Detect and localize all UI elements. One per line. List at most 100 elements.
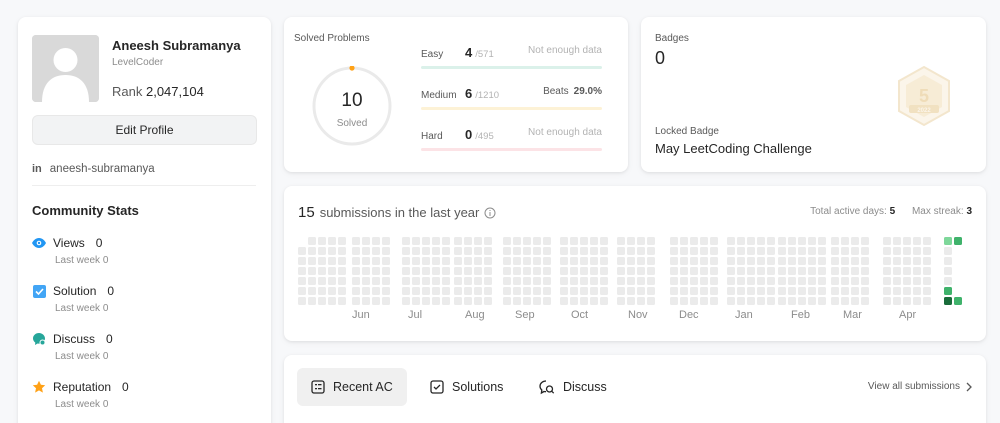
heatmap-day-cell[interactable] [617, 297, 625, 305]
heatmap-day-cell[interactable] [757, 287, 765, 295]
heatmap-day-cell[interactable] [484, 257, 492, 265]
heatmap-day-cell[interactable] [382, 247, 390, 255]
heatmap-day-cell[interactable] [903, 277, 911, 285]
heatmap-day-cell[interactable] [737, 247, 745, 255]
heatmap-day-cell[interactable] [710, 287, 718, 295]
heatmap-day-cell[interactable] [861, 247, 869, 255]
heatmap-day-cell[interactable] [944, 247, 952, 255]
heatmap-day-cell[interactable] [298, 267, 306, 275]
edit-profile-button[interactable]: Edit Profile [32, 115, 257, 145]
heatmap-day-cell[interactable] [913, 297, 921, 305]
heatmap-day-cell[interactable] [788, 297, 796, 305]
heatmap-day-cell[interactable] [442, 247, 450, 255]
heatmap-day-cell[interactable] [647, 257, 655, 265]
heatmap-day-cell[interactable] [338, 267, 346, 275]
heatmap-day-cell[interactable] [454, 287, 462, 295]
heatmap-day-cell[interactable] [851, 287, 859, 295]
heatmap-day-cell[interactable] [861, 267, 869, 275]
heatmap-day-cell[interactable] [474, 297, 482, 305]
heatmap-day-cell[interactable] [570, 287, 578, 295]
heatmap-day-cell[interactable] [841, 277, 849, 285]
heatmap-day-cell[interactable] [422, 287, 430, 295]
heatmap-day-cell[interactable] [533, 287, 541, 295]
heatmap-day-cell[interactable] [338, 277, 346, 285]
heatmap-day-cell[interactable] [617, 237, 625, 245]
heatmap-day-cell[interactable] [788, 267, 796, 275]
heatmap-day-cell[interactable] [352, 287, 360, 295]
heatmap-day-cell[interactable] [798, 287, 806, 295]
heatmap-day-cell[interactable] [831, 287, 839, 295]
heatmap-day-cell[interactable] [318, 247, 326, 255]
heatmap-day-cell[interactable] [362, 297, 370, 305]
heatmap-day-cell[interactable] [382, 267, 390, 275]
heatmap-day-cell[interactable] [851, 237, 859, 245]
heatmap-day-cell[interactable] [442, 297, 450, 305]
heatmap-day-cell[interactable] [913, 247, 921, 255]
heatmap-day-cell[interactable] [680, 287, 688, 295]
heatmap-day-cell[interactable] [513, 297, 521, 305]
heatmap-day-cell[interactable] [298, 287, 306, 295]
heatmap-day-cell[interactable] [727, 247, 735, 255]
heatmap-day-cell[interactable] [808, 297, 816, 305]
heatmap-day-cell[interactable] [474, 257, 482, 265]
heatmap-day-cell[interactable] [944, 267, 952, 275]
heatmap-day-cell[interactable] [627, 267, 635, 275]
heatmap-day-cell[interactable] [352, 237, 360, 245]
heatmap-day-cell[interactable] [432, 267, 440, 275]
heatmap-day-cell[interactable] [402, 297, 410, 305]
heatmap-day-cell[interactable] [757, 247, 765, 255]
heatmap-day-cell[interactable] [767, 257, 775, 265]
heatmap-day-cell[interactable] [338, 297, 346, 305]
heatmap-day-cell[interactable] [382, 287, 390, 295]
heatmap-day-cell[interactable] [560, 247, 568, 255]
heatmap-day-cell[interactable] [798, 297, 806, 305]
heatmap-day-cell[interactable] [818, 267, 826, 275]
heatmap-day-cell[interactable] [412, 257, 420, 265]
heatmap-day-cell[interactable] [861, 277, 869, 285]
may-challenge-badge-icon[interactable]: 5 2022 [895, 65, 953, 127]
heatmap-day-cell[interactable] [727, 257, 735, 265]
heatmap-day-cell[interactable] [442, 257, 450, 265]
heatmap-day-cell[interactable] [533, 297, 541, 305]
heatmap-day-cell[interactable] [580, 267, 588, 275]
heatmap-day-cell[interactable] [893, 287, 901, 295]
heatmap-day-cell[interactable] [903, 297, 911, 305]
heatmap-day-cell[interactable] [798, 237, 806, 245]
heatmap-day-cell[interactable] [570, 237, 578, 245]
heatmap-day-cell[interactable] [818, 297, 826, 305]
heatmap-day-cell[interactable] [362, 267, 370, 275]
heatmap-day-cell[interactable] [893, 247, 901, 255]
heatmap-day-cell[interactable] [432, 247, 440, 255]
heatmap-day-cell[interactable] [798, 267, 806, 275]
heatmap-day-cell[interactable] [422, 257, 430, 265]
heatmap-day-cell[interactable] [923, 247, 931, 255]
heatmap-day-cell[interactable] [543, 257, 551, 265]
heatmap-day-cell[interactable] [402, 287, 410, 295]
heatmap-day-cell[interactable] [352, 257, 360, 265]
heatmap-day-cell[interactable] [737, 287, 745, 295]
heatmap-day-cell[interactable] [503, 267, 511, 275]
heatmap-day-cell[interactable] [808, 277, 816, 285]
heatmap-day-cell[interactable] [747, 247, 755, 255]
heatmap-day-cell[interactable] [778, 237, 786, 245]
heatmap-day-cell[interactable] [727, 237, 735, 245]
heatmap-day-cell[interactable] [808, 247, 816, 255]
heatmap-day-cell[interactable] [851, 297, 859, 305]
heatmap-day-cell[interactable] [903, 237, 911, 245]
heatmap-day-cell[interactable] [523, 267, 531, 275]
heatmap-day-cell[interactable] [328, 257, 336, 265]
heatmap-day-cell[interactable] [590, 247, 598, 255]
heatmap-day-cell[interactable] [580, 287, 588, 295]
heatmap-day-cell[interactable] [798, 277, 806, 285]
heatmap-day-cell[interactable] [600, 237, 608, 245]
heatmap-day-cell[interactable] [637, 277, 645, 285]
heatmap-day-cell[interactable] [757, 277, 765, 285]
heatmap-day-cell[interactable] [923, 277, 931, 285]
heatmap-day-cell[interactable] [710, 267, 718, 275]
heatmap-day-cell[interactable] [637, 287, 645, 295]
heatmap-day-cell[interactable] [432, 277, 440, 285]
heatmap-day-cell[interactable] [580, 297, 588, 305]
heatmap-day-cell[interactable] [923, 257, 931, 265]
heatmap-day-cell[interactable] [382, 237, 390, 245]
heatmap-day-cell[interactable] [690, 287, 698, 295]
